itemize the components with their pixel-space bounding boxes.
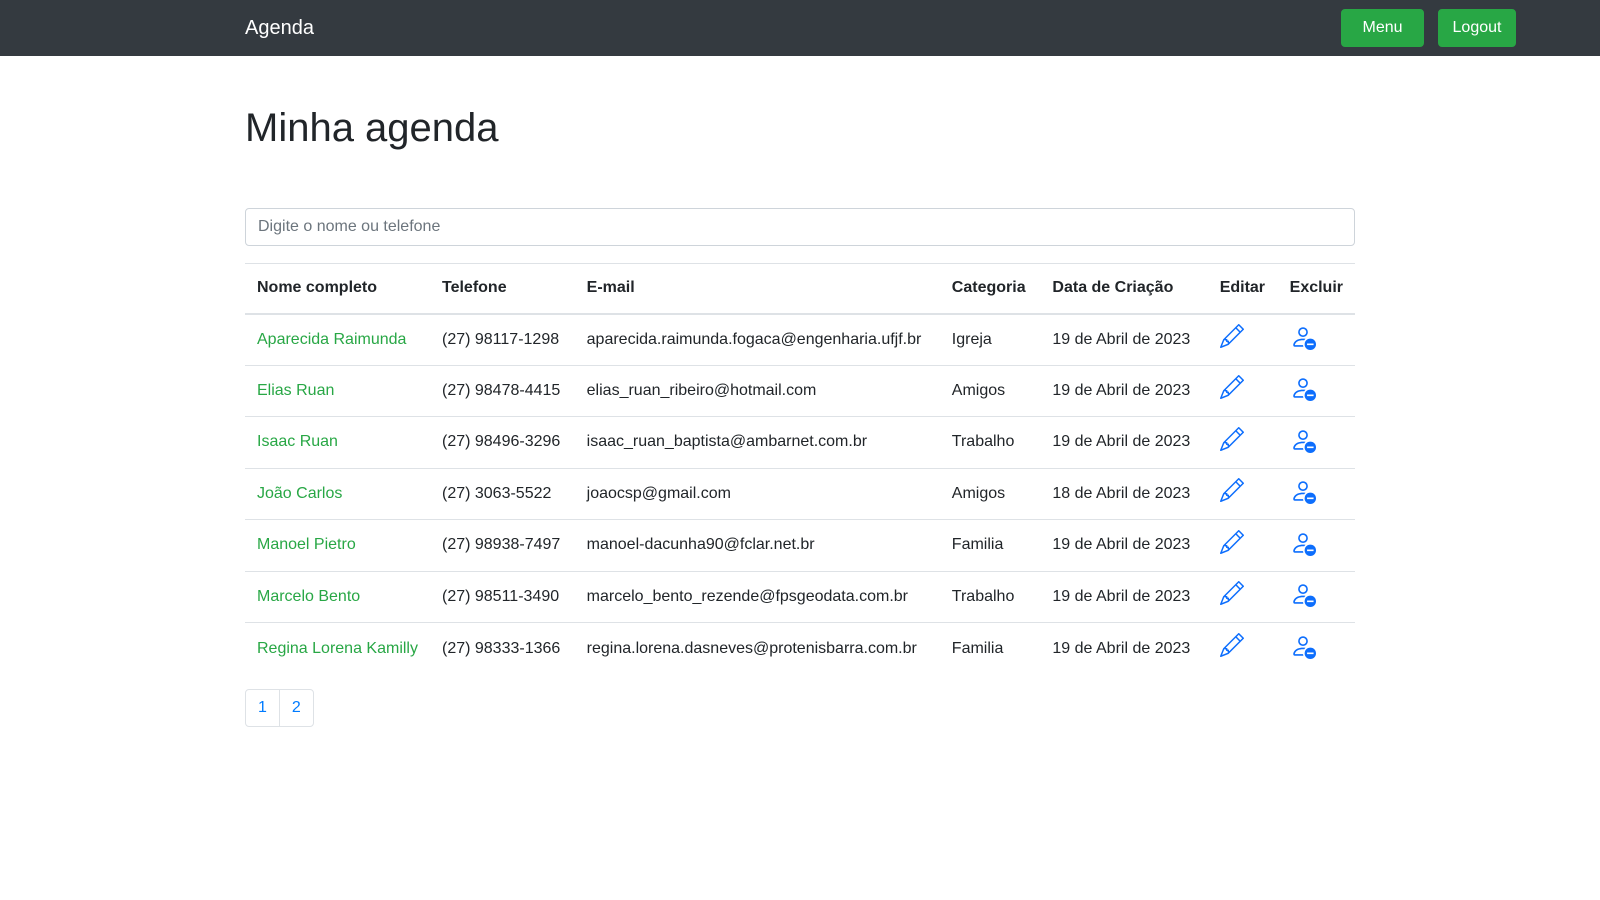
pencil-icon[interactable] (1219, 478, 1246, 504)
cell-email: marcelo_bento_rezende@fpsgeodata.com.br (574, 571, 940, 623)
contacts-table-body: Aparecida Raimunda (27) 98117-1298 apareci… (245, 313, 1355, 675)
cell-name: Isaac Ruan (245, 416, 430, 469)
cell-created: 19 de Abril de 2023 (1040, 519, 1208, 572)
pencil-icon[interactable] (1219, 529, 1246, 556)
menu-dropdown-button[interactable]: Menu (1341, 9, 1424, 65)
cell-delete (1277, 519, 1355, 572)
cell-category: Igreja (939, 313, 1041, 366)
cell-name: Manoel Pietro (245, 519, 430, 572)
column-header-category: Categoria (939, 263, 1041, 315)
cell-delete (1277, 571, 1355, 623)
cell-category: Trabalho (939, 416, 1041, 469)
table-row: Aparecida Raimunda (27) 98117-1298 apareci… (245, 313, 1355, 366)
column-header-name: Nome completo (245, 263, 430, 315)
page-link-1[interactable]: 1 (245, 689, 280, 727)
table-row: Regina Lorena Kamilly (27) 98333-1366 regi… (245, 623, 1355, 675)
cell-category: Familia (939, 519, 1041, 572)
cell-phone: (27) 98117-1298 (429, 313, 575, 366)
cell-name: Regina Lorena Kamilly (245, 623, 430, 675)
table-row: João Carlos (27) 3063-5522 joaocsp@gmail.c… (245, 468, 1355, 520)
table-row: Isaac Ruan (27) 98496-3296 isaac_ruan_bapt… (245, 416, 1355, 469)
cell-email: manoel-dacunha90@fclar.net.br (574, 519, 940, 572)
table-header-row: Nome completo Telefone E-mail Categoria … (245, 263, 1355, 315)
contact-name-link[interactable]: João Carlos (257, 485, 342, 502)
contacts-table: Nome completo Telefone E-mail Categoria … (245, 263, 1355, 674)
cell-delete (1277, 416, 1355, 469)
contact-name-link[interactable]: Elias Ruan (257, 382, 334, 399)
cell-delete (1277, 365, 1355, 417)
cell-delete (1278, 623, 1355, 675)
cell-edit (1207, 468, 1278, 520)
cell-edit (1207, 313, 1278, 366)
cell-created: 18 de Abril de 2023 (1040, 468, 1208, 520)
pencil-icon[interactable] (1219, 581, 1246, 607)
cell-created: 19 de Abril de 2023 (1040, 365, 1208, 417)
cell-name: João Carlos (245, 468, 430, 520)
cell-created: 19 de Abril de 2023 (1052, 639, 1191, 657)
column-header-email: E-mail (574, 263, 940, 315)
cell-category: Amigos (939, 468, 1041, 520)
cell-edit (1207, 416, 1278, 469)
contact-name-link[interactable]: Aparecida Raimunda (257, 331, 406, 348)
column-header-delete: Excluir (1277, 263, 1355, 315)
person-dash-icon[interactable] (1290, 530, 1316, 556)
pencil-icon[interactable] (1219, 324, 1246, 350)
table-row: Manoel Pietro (27) 98938-7497 manoel-dacun… (245, 519, 1355, 572)
cell-created: 19 de Abril de 2023 (1040, 416, 1208, 469)
column-header-edit: Editar (1207, 263, 1278, 315)
page-title: Minha agenda (245, 106, 499, 150)
contact-name-link[interactable]: Manoel Pietro (257, 536, 356, 553)
person-dash-icon[interactable] (1290, 375, 1316, 402)
cell-phone: (27) 3063-5522 (429, 468, 575, 520)
pagination: 1 2 (245, 689, 314, 727)
logout-button[interactable]: Logout (1438, 9, 1516, 47)
contact-name-link[interactable]: Regina Lorena Kamilly (257, 640, 418, 657)
cell-name: Elias Ruan (245, 365, 430, 417)
cell-created: 19 de Abril de 2023 (1040, 571, 1208, 623)
cell-email: isaac_ruan_baptista@ambarnet.com.br (574, 416, 940, 469)
table-row: Marcelo Bento (27) 98511-3490 marcelo_bent… (245, 571, 1355, 623)
cell-delete (1277, 468, 1355, 520)
cell-name: Aparecida Raimunda (245, 313, 430, 366)
page-link-2[interactable]: 2 (278, 689, 314, 727)
cell-category: Familia (951, 639, 1004, 657)
person-dash-icon[interactable] (1290, 427, 1316, 453)
person-dash-icon[interactable] (1290, 478, 1316, 505)
cell-name: Marcelo Bento (245, 571, 430, 623)
cell-phone: (27) 98511-3490 (429, 571, 575, 623)
column-header-phone: Telefone (429, 263, 575, 315)
navbar: Agenda Menu Logout (0, 0, 1600, 65)
search-input[interactable] (245, 208, 1355, 246)
cell-created: 19 de Abril de 2023 (1040, 313, 1208, 366)
person-dash-icon[interactable] (1290, 633, 1316, 659)
navbar-brand[interactable]: Agenda (245, 16, 314, 40)
cell-phone: (27) 98938-7497 (429, 519, 575, 572)
cell-category: Trabalho (939, 571, 1041, 623)
cell-edit (1208, 623, 1278, 675)
menu-button-label: Menu (1362, 19, 1403, 36)
pencil-icon[interactable] (1219, 375, 1246, 401)
cell-edit (1207, 365, 1278, 417)
cell-edit (1207, 571, 1278, 623)
cell-delete (1277, 313, 1355, 366)
cell-email: elias_ruan_ribeiro@hotmail.com (574, 365, 940, 417)
cell-edit (1207, 519, 1278, 572)
pencil-icon[interactable] (1219, 426, 1246, 453)
person-dash-icon[interactable] (1290, 581, 1316, 608)
contact-name-link[interactable]: Isaac Ruan (257, 433, 338, 450)
cell-phone: (27) 98496-3296 (429, 416, 575, 469)
cell-email: joaocsp@gmail.com (574, 468, 940, 520)
caret-down-icon (1382, 60, 1391, 65)
cell-category: Amigos (939, 365, 1041, 417)
contact-name-link[interactable]: Marcelo Bento (257, 588, 360, 605)
pencil-icon[interactable] (1219, 633, 1246, 659)
column-header-created: Data de Criação (1040, 263, 1208, 315)
cell-email: regina.lorena.dasneves@protenisbarra.com… (586, 639, 917, 657)
cell-phone: (27) 98333-1366 (441, 639, 561, 657)
table-row: Elias Ruan (27) 98478-4415 elias_ruan_ribe… (245, 365, 1355, 417)
cell-phone: (27) 98478-4415 (429, 365, 575, 417)
cell-email: aparecida.raimunda.fogaca@engenharia.ufj… (574, 313, 940, 366)
person-dash-icon[interactable] (1290, 324, 1316, 350)
